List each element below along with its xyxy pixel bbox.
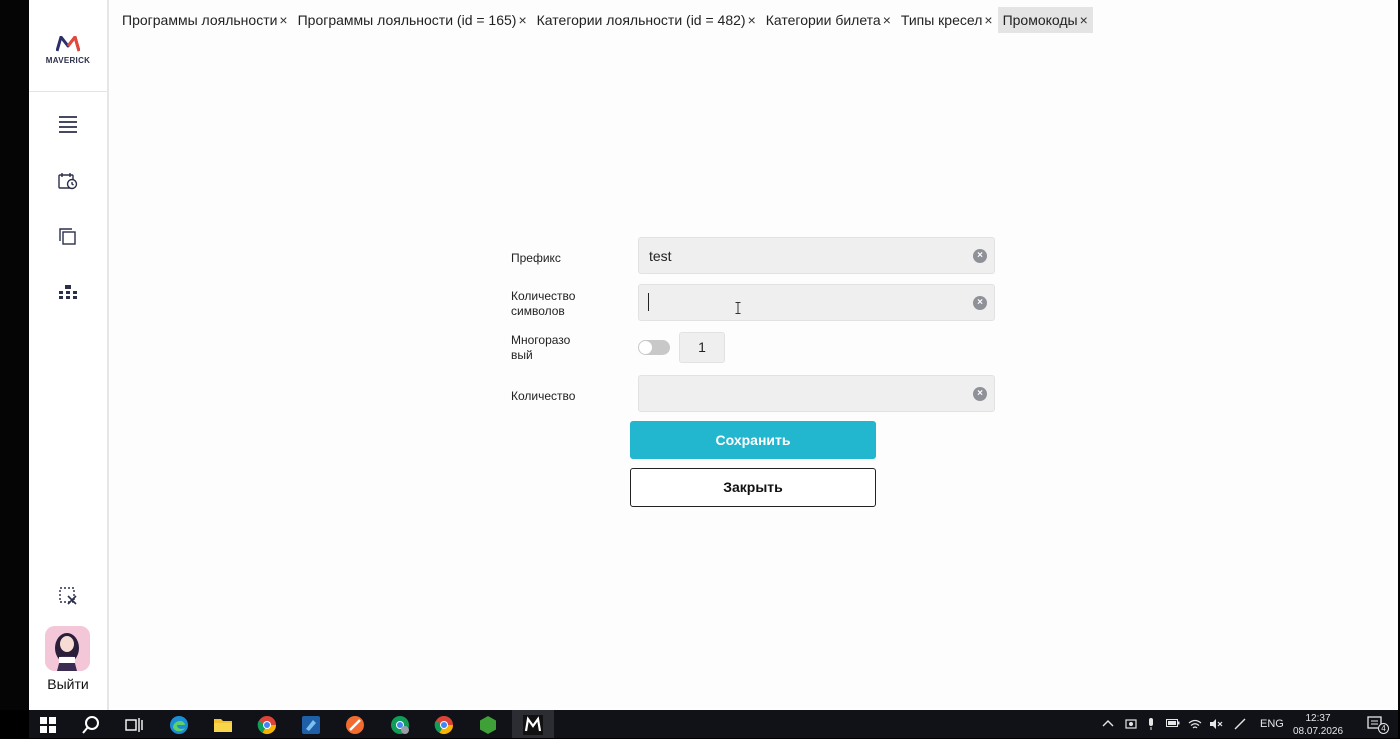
tab-label: Категории лояльности (id = 482) bbox=[536, 12, 746, 28]
avatar-image bbox=[45, 626, 90, 671]
tab-ticket-categories[interactable]: Категории билета × bbox=[761, 7, 896, 33]
seats-icon[interactable] bbox=[57, 282, 79, 304]
tab-promocodes[interactable]: Промокоды × bbox=[997, 7, 1093, 33]
code-editor-icon[interactable] bbox=[301, 715, 321, 735]
tab-label: Программы лояльности (id = 165) bbox=[297, 12, 517, 28]
pen-app-icon[interactable] bbox=[345, 715, 365, 735]
node-icon[interactable] bbox=[478, 715, 498, 735]
volume-muted-icon[interactable] bbox=[1209, 718, 1223, 733]
tab-close-icon[interactable]: × bbox=[518, 12, 526, 28]
copy-icon[interactable] bbox=[57, 226, 79, 248]
clock[interactable]: 12:37 08.07.2026 bbox=[1293, 712, 1343, 738]
tab-label: Типы кресел bbox=[900, 12, 983, 28]
tab-label: Программы лояльности bbox=[122, 12, 278, 28]
calendar-clock-icon[interactable] bbox=[57, 170, 79, 192]
prefix-input[interactable]: test × bbox=[638, 237, 995, 274]
tab-loyalty-programs[interactable]: Программы лояльности × bbox=[117, 7, 293, 33]
clock-time: 12:37 bbox=[1305, 713, 1331, 724]
quantity-label: Количество bbox=[511, 389, 576, 403]
camera-icon[interactable] bbox=[1125, 718, 1137, 733]
windows-start-icon[interactable] bbox=[38, 715, 58, 735]
notifications-count: 4 bbox=[1378, 723, 1389, 734]
tab-close-icon[interactable]: × bbox=[984, 12, 992, 28]
task-view-icon[interactable] bbox=[124, 715, 144, 735]
chars-count-label-line2: символов bbox=[511, 304, 565, 318]
edge-icon[interactable] bbox=[169, 715, 189, 735]
tab-close-icon[interactable]: × bbox=[748, 12, 756, 28]
quantity-input[interactable]: × bbox=[638, 375, 995, 412]
chrome-icon[interactable] bbox=[257, 715, 277, 735]
tab-label: Промокоды bbox=[1002, 12, 1078, 28]
logo-text: MAVERICK bbox=[45, 56, 91, 65]
pen-tray-icon[interactable] bbox=[1233, 718, 1247, 733]
toggle-knob bbox=[639, 341, 652, 354]
app-window: MAVERICK Выйти Программы лояльности × Пр… bbox=[29, 0, 1398, 710]
battery-icon[interactable] bbox=[1166, 718, 1180, 731]
clear-icon[interactable]: × bbox=[973, 296, 987, 310]
wifi-icon[interactable] bbox=[1188, 718, 1202, 733]
fullscreen-exit-icon[interactable] bbox=[57, 585, 79, 607]
maverick-app-icon[interactable] bbox=[523, 715, 543, 735]
sidebar: MAVERICK Выйти bbox=[29, 0, 109, 710]
microphone-icon[interactable] bbox=[1146, 718, 1156, 734]
reusable-label-line1: Многоразо bbox=[511, 333, 571, 347]
clock-date: 08.07.2026 bbox=[1293, 726, 1344, 737]
tab-close-icon[interactable]: × bbox=[1080, 12, 1088, 28]
reusable-toggle[interactable] bbox=[638, 340, 670, 355]
tab-loyalty-program-165[interactable]: Программы лояльности (id = 165) × bbox=[293, 7, 532, 33]
chrome-icon-2[interactable] bbox=[434, 715, 454, 735]
notifications-icon[interactable]: 4 bbox=[1366, 714, 1389, 734]
language-indicator[interactable]: ENG bbox=[1260, 718, 1284, 730]
menu-icon[interactable] bbox=[57, 113, 79, 135]
search-icon[interactable] bbox=[81, 715, 101, 735]
save-button[interactable]: Сохранить bbox=[630, 421, 876, 459]
logout-button[interactable]: Выйти bbox=[29, 676, 107, 692]
reusable-count-input[interactable]: 1 bbox=[679, 332, 725, 363]
maverick-logo-icon bbox=[56, 36, 80, 52]
prefix-label: Префикс bbox=[511, 251, 561, 265]
tab-close-icon[interactable]: × bbox=[883, 12, 891, 28]
tray-overflow-icon[interactable] bbox=[1102, 718, 1114, 731]
screen-left-border bbox=[0, 0, 29, 710]
tab-seat-types[interactable]: Типы кресел × bbox=[896, 7, 998, 33]
text-caret bbox=[648, 293, 649, 311]
file-explorer-icon[interactable] bbox=[213, 715, 233, 735]
prefix-value: test bbox=[649, 248, 672, 264]
tab-loyalty-category-482[interactable]: Категории лояльности (id = 482) × bbox=[532, 7, 761, 33]
chrome-profile-icon[interactable] bbox=[390, 715, 410, 735]
ibeam-cursor-icon bbox=[735, 302, 741, 314]
reusable-label: Многоразо вый bbox=[511, 333, 570, 363]
tab-bar: Программы лояльности × Программы лояльно… bbox=[117, 7, 1093, 33]
chars-count-label-line1: Количество bbox=[511, 289, 576, 303]
tab-close-icon[interactable]: × bbox=[279, 12, 287, 28]
tab-label: Категории билета bbox=[765, 12, 881, 28]
clear-icon[interactable]: × bbox=[973, 387, 987, 401]
chars-count-input[interactable]: × bbox=[638, 284, 995, 321]
clear-icon[interactable]: × bbox=[973, 249, 987, 263]
chars-count-label: Количество символов bbox=[511, 289, 575, 319]
close-button[interactable]: Закрыть bbox=[630, 468, 876, 507]
avatar[interactable] bbox=[45, 626, 90, 671]
reusable-label-line2: вый bbox=[511, 348, 533, 362]
logo[interactable]: MAVERICK bbox=[29, 0, 107, 92]
taskbar: ENG 12:37 08.07.2026 4 bbox=[29, 710, 1398, 738]
